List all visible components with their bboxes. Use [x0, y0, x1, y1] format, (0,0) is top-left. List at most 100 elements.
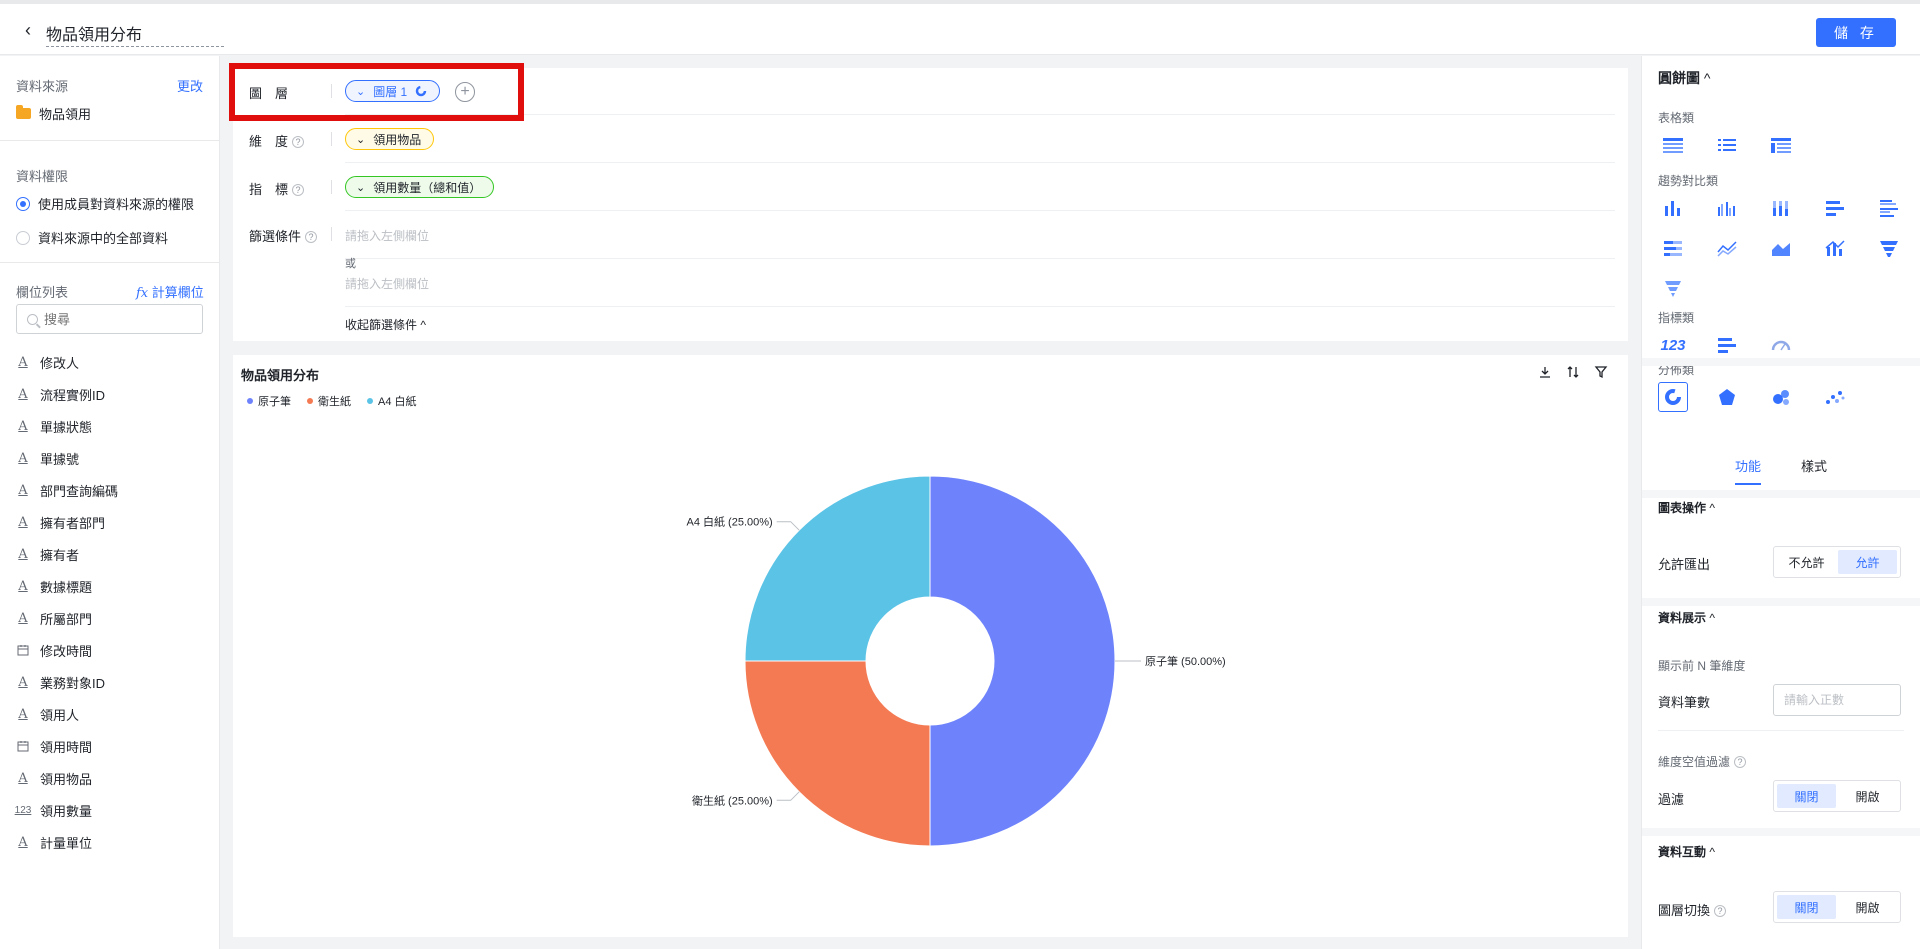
count-input[interactable]	[1773, 684, 1901, 716]
gauge-icon[interactable]	[1766, 330, 1796, 360]
chart-ops-title[interactable]: 圖表操作 ^	[1658, 499, 1715, 516]
section-separator	[1642, 828, 1920, 836]
chevron-down-icon[interactable]: ⌄	[356, 133, 365, 146]
scatter-chart-icon[interactable]	[1820, 382, 1850, 412]
chevron-up-icon[interactable]: ^	[1704, 70, 1711, 86]
stacked-column-icon[interactable]	[1766, 193, 1796, 223]
add-layer-icon[interactable]: +	[455, 82, 475, 102]
help-icon[interactable]: ?	[305, 231, 318, 243]
donut-chart-icon[interactable]	[1658, 382, 1688, 412]
pivot-table-icon[interactable]	[1766, 130, 1796, 160]
display-title[interactable]: 資料展示 ^	[1658, 609, 1715, 626]
table-icon[interactable]	[1658, 130, 1688, 160]
back-icon[interactable]: ‹	[25, 20, 31, 41]
interact-title-text: 資料互動	[1658, 845, 1707, 859]
tab-style[interactable]: 樣式	[1801, 456, 1827, 485]
row-divider	[1658, 730, 1904, 731]
field-search[interactable]	[16, 304, 203, 334]
field-item[interactable]: A 領用物品	[16, 762, 118, 794]
progress-bar-icon[interactable]	[1712, 330, 1742, 360]
list-icon[interactable]	[1712, 130, 1742, 160]
text-field-icon: A	[18, 610, 28, 626]
interact-title[interactable]: 資料互動 ^	[1658, 843, 1715, 860]
filter-off-option[interactable]: 關閉	[1777, 784, 1836, 808]
search-input[interactable]	[44, 311, 194, 327]
help-icon[interactable]: ?	[292, 184, 305, 196]
grouped-bar-icon[interactable]	[1874, 193, 1904, 223]
export-disallow-option[interactable]: 不允許	[1777, 550, 1836, 574]
field-item[interactable]: A 擁有者部門	[16, 506, 118, 538]
field-item[interactable]: 領用時間	[16, 730, 118, 762]
download-icon[interactable]	[1538, 365, 1552, 382]
help-icon[interactable]: ?	[292, 136, 305, 148]
dimension-pill[interactable]: ⌄ 領用物品	[345, 128, 435, 150]
layer-switch-on-option[interactable]: 開啟	[1838, 895, 1897, 919]
legend-label: 衛生紙	[318, 396, 351, 408]
field-item[interactable]: A 業務對象ID	[16, 666, 118, 698]
field-item[interactable]: A 單據狀態	[16, 410, 118, 442]
field-item[interactable]: A 領用人	[16, 698, 118, 730]
filter-on-option[interactable]: 開啟	[1838, 784, 1897, 808]
datasource-item[interactable]: 物品領用	[16, 104, 91, 123]
legend-item[interactable]: 衛生紙	[307, 393, 351, 409]
tab-function[interactable]: 功能	[1734, 456, 1761, 485]
inverted-funnel-icon[interactable]	[1658, 273, 1688, 303]
grouped-column-icon[interactable]	[1712, 193, 1742, 223]
chevron-up-icon[interactable]: ^	[1709, 845, 1715, 859]
help-icon[interactable]: ?	[1734, 756, 1747, 768]
field-item[interactable]: A 擁有者	[16, 538, 118, 570]
chevron-down-icon[interactable]: ⌄	[356, 181, 365, 194]
number-card-icon[interactable]: 123	[1658, 330, 1688, 360]
field-item[interactable]: 123 領用數量	[15, 794, 118, 826]
field-item[interactable]: A 計量單位	[16, 826, 118, 858]
save-button[interactable]: 儲 存	[1816, 18, 1896, 47]
field-item[interactable]: A 部門查詢編碼	[16, 474, 118, 506]
layer-pill[interactable]: ⌄ 圖層 1	[345, 80, 441, 102]
chevron-up-icon[interactable]: ^	[1709, 501, 1715, 515]
chevron-down-icon[interactable]: ⌄	[356, 85, 365, 98]
area-chart-icon[interactable]	[1766, 233, 1796, 263]
radio-selected-icon[interactable]	[16, 196, 30, 211]
legend-item[interactable]: A4 白紙	[367, 393, 417, 409]
chart-type-title[interactable]: 圓餅圖 ^	[1658, 68, 1710, 88]
filter-drop-zone[interactable]: 請拖入左側欄位	[345, 227, 429, 244]
column-chart-icon[interactable]	[1658, 193, 1688, 223]
layer-switch-off-option[interactable]: 關閉	[1777, 895, 1836, 919]
slice-label: 原子筆 (50.00%)	[1145, 654, 1226, 668]
export-allow-option[interactable]: 允許	[1838, 550, 1897, 574]
layer-switch-toggle: 關閉 開啟	[1773, 891, 1901, 923]
line-chart-icon[interactable]	[1712, 233, 1742, 263]
filter-drop-zone-or[interactable]: 請拖入左側欄位	[345, 275, 429, 292]
field-item[interactable]: A 數據標題	[16, 570, 118, 602]
radar-chart-icon[interactable]	[1712, 382, 1742, 412]
permission-option-all[interactable]: 資料來源中的全部資料	[16, 228, 168, 247]
field-item[interactable]: A 所屬部門	[16, 602, 118, 634]
collapse-filter-button[interactable]: 收起篩選條件 ^	[345, 316, 426, 333]
pie-slice[interactable]	[929, 475, 1116, 847]
funnel-chart-icon[interactable]	[1874, 233, 1904, 263]
radio-icon[interactable]	[16, 230, 30, 245]
field-label: 流程實例ID	[40, 387, 106, 403]
field-item[interactable]: A 流程實例ID	[16, 378, 118, 410]
bubble-chart-icon[interactable]	[1766, 382, 1796, 412]
page-title[interactable]: 物品領用分布	[46, 21, 142, 45]
field-item[interactable]: 修改時間	[16, 634, 118, 666]
bar-chart-icon[interactable]	[1820, 193, 1850, 223]
combo-chart-icon[interactable]	[1820, 233, 1850, 263]
calc-field-link[interactable]: fx 計算欄位	[136, 282, 204, 301]
field-item[interactable]: A 單據號	[16, 442, 118, 474]
chevron-up-icon[interactable]: ^	[1709, 611, 1715, 625]
filter-icon[interactable]	[1594, 365, 1608, 382]
sort-icon[interactable]	[1566, 365, 1580, 382]
row-divider	[345, 114, 1615, 115]
pie-slice[interactable]	[744, 475, 931, 662]
help-icon[interactable]: ?	[1714, 905, 1727, 917]
permission-option-members[interactable]: 使用成員對資料來源的權限	[16, 194, 194, 213]
pie-slice[interactable]	[744, 660, 931, 847]
field-label: 領用時間	[40, 739, 93, 755]
metric-pill[interactable]: ⌄ 領用數量（總和值）	[345, 176, 495, 198]
change-datasource-link[interactable]: 更改	[177, 76, 203, 95]
field-item[interactable]: A 修改人	[16, 346, 118, 378]
stacked-bar-icon[interactable]	[1658, 233, 1688, 263]
legend-item[interactable]: 原子筆	[247, 393, 291, 409]
